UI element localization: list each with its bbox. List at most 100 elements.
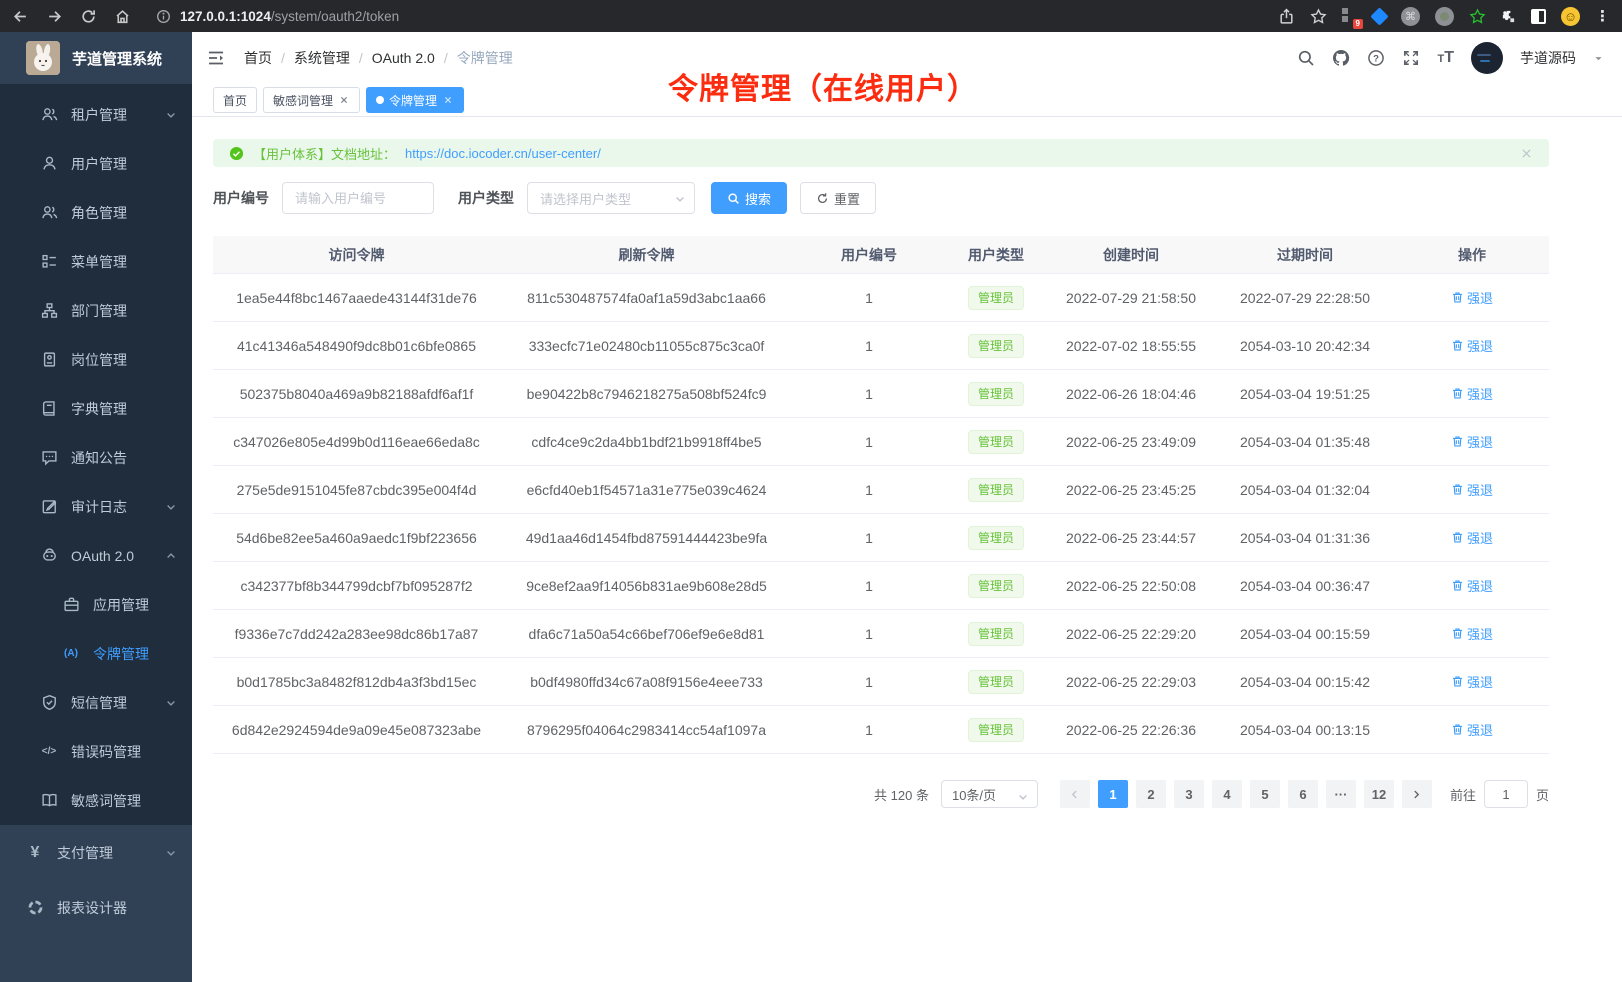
page-button-1[interactable]: 1 — [1098, 780, 1128, 808]
browser-back-icon[interactable] — [12, 8, 29, 25]
cell-expires: 2054-03-04 01:32:04 — [1215, 482, 1395, 498]
bookmark-star-icon[interactable] — [1310, 8, 1327, 25]
user-type-badge: 管理员 — [968, 430, 1024, 454]
sidebar-item-oauth-apps[interactable]: 应用管理 — [0, 580, 192, 629]
force-logout-button[interactable]: 强退 — [1451, 672, 1493, 691]
sidebar-item-dictionary[interactable]: 字典管理 — [0, 384, 192, 433]
sidebar-item-payment[interactable]: ¥ 支付管理 — [0, 825, 192, 880]
close-icon[interactable] — [442, 94, 454, 106]
force-logout-button[interactable]: 强退 — [1451, 288, 1493, 307]
force-logout-button[interactable]: 强退 — [1451, 624, 1493, 643]
breadcrumb-system[interactable]: 系统管理 — [294, 48, 350, 68]
force-logout-button[interactable]: 强退 — [1451, 336, 1493, 355]
chevron-down-icon — [1017, 791, 1029, 803]
page-button-5[interactable]: 5 — [1250, 780, 1280, 808]
cell-user-id: 1 — [793, 290, 945, 306]
fullscreen-icon[interactable] — [1402, 49, 1420, 67]
sidebar-item-oauth-tokens[interactable]: (A) 令牌管理 — [0, 629, 192, 678]
sidebar-item-sms[interactable]: 短信管理 — [0, 678, 192, 727]
tab-sensitive-words[interactable]: 敏感词管理 — [263, 87, 360, 113]
user-avatar[interactable] — [1471, 42, 1503, 74]
cell-action: 强退 — [1395, 528, 1549, 547]
page-button-2[interactable]: 2 — [1136, 780, 1166, 808]
force-logout-button[interactable]: 强退 — [1451, 576, 1493, 595]
doc-link[interactable]: https://doc.iocoder.cn/user-center/ — [405, 146, 601, 161]
page-button-4[interactable]: 4 — [1212, 780, 1242, 808]
puzzle-extension-icon[interactable] — [1501, 9, 1516, 24]
browser-reload-icon[interactable] — [80, 8, 97, 25]
green-star-extension-icon[interactable] — [1469, 8, 1486, 25]
cell-user-id: 1 — [793, 530, 945, 546]
main-area: 首页 / 系统管理 / OAuth 2.0 / 令牌管理 ? TT 芋道源码 首… — [192, 32, 1622, 982]
sidebar-menu: 租户管理 用户管理 角色管理 菜单管理 部门管理 岗位管理 — [0, 84, 192, 935]
breadcrumb-home[interactable]: 首页 — [244, 48, 272, 68]
share-icon[interactable] — [1278, 8, 1295, 25]
audit-log-icon — [40, 498, 58, 516]
force-logout-button[interactable]: 强退 — [1451, 480, 1493, 499]
username-dropdown[interactable]: 芋道源码 — [1520, 48, 1576, 68]
side-panel-icon[interactable] — [1531, 9, 1546, 24]
github-icon[interactable] — [1332, 49, 1350, 67]
profile-avatar-icon[interactable]: ☺ — [1561, 7, 1580, 26]
cell-user-type: 管理员 — [945, 334, 1047, 358]
page-ellipsis-button[interactable]: ··· — [1326, 780, 1356, 808]
sidebar-item-tenant[interactable]: 租户管理 — [0, 90, 192, 139]
trash-icon — [1451, 435, 1464, 448]
sidebar-item-posts[interactable]: 岗位管理 — [0, 335, 192, 384]
browser-menu-icon[interactable]: ⋮ — [1595, 7, 1610, 25]
sidebar-item-users[interactable]: 用户管理 — [0, 139, 192, 188]
search-form: 用户编号 用户类型 请选择用户类型 搜索 重置 — [213, 182, 1622, 214]
table-row: b0d1785bc3a8482f812db4a3f3bd15ec b0df498… — [213, 658, 1549, 706]
tab-token-management[interactable]: 令牌管理 — [366, 87, 464, 113]
cell-refresh-token: be90422b8c7946218275a508bf524fc9 — [500, 386, 793, 402]
cell-user-type: 管理员 — [945, 718, 1047, 742]
goto-page-input[interactable] — [1484, 780, 1528, 808]
sidebar-item-notice[interactable]: 通知公告 — [0, 433, 192, 482]
prev-page-button[interactable] — [1060, 780, 1090, 808]
sidebar: 芋道管理系统 租户管理 用户管理 角色管理 菜单管理 — [0, 32, 192, 982]
cell-user-type: 管理员 — [945, 286, 1047, 310]
site-info-icon[interactable] — [156, 9, 171, 24]
close-icon[interactable] — [1520, 147, 1533, 160]
search-button[interactable]: 搜索 — [711, 182, 787, 214]
page-size-select[interactable]: 10条/页 — [941, 780, 1038, 808]
help-icon[interactable]: ? — [1367, 49, 1385, 67]
search-icon[interactable] — [1297, 49, 1315, 67]
browser-home-icon[interactable] — [114, 8, 131, 25]
cell-refresh-token: dfa6c71a50a54c66bef706ef9e6e8d81 — [500, 626, 793, 642]
force-logout-button[interactable]: 强退 — [1451, 384, 1493, 403]
sidebar-item-sensitive-words[interactable]: 敏感词管理 — [0, 776, 192, 825]
collapse-sidebar-button[interactable] — [206, 48, 226, 68]
gem-extension-icon[interactable] — [1370, 7, 1388, 25]
breadcrumb: 首页 / 系统管理 / OAuth 2.0 / 令牌管理 — [244, 48, 513, 68]
cell-action: 强退 — [1395, 288, 1549, 307]
command-extension-icon[interactable]: ⌘ — [1401, 7, 1420, 26]
browser-forward-icon[interactable] — [46, 8, 63, 25]
address-bar[interactable]: 127.0.0.1:1024/system/oauth2/token — [156, 9, 399, 24]
tab-home[interactable]: 首页 — [213, 87, 257, 113]
page-button-6[interactable]: 6 — [1288, 780, 1318, 808]
user-id-input[interactable] — [282, 182, 434, 214]
sidebar-item-departments[interactable]: 部门管理 — [0, 286, 192, 335]
close-icon[interactable] — [338, 94, 350, 106]
reset-button[interactable]: 重置 — [800, 182, 876, 214]
sidebar-item-oauth2[interactable]: OAuth 2.0 — [0, 531, 192, 580]
force-logout-button[interactable]: 强退 — [1451, 720, 1493, 739]
extension-grid-icon[interactable]: 9 — [1342, 8, 1358, 24]
force-logout-button[interactable]: 强退 — [1451, 528, 1493, 547]
sidebar-item-audit-log[interactable]: 审计日志 — [0, 482, 192, 531]
record-extension-icon[interactable] — [1435, 7, 1454, 26]
user-type-select[interactable]: 请选择用户类型 — [527, 182, 695, 214]
font-size-icon[interactable]: TT — [1437, 49, 1454, 67]
sidebar-item-report-designer[interactable]: 报表设计器 — [0, 880, 192, 935]
cell-user-id: 1 — [793, 722, 945, 738]
breadcrumb-oauth2[interactable]: OAuth 2.0 — [372, 50, 435, 66]
page-button-12[interactable]: 12 — [1364, 780, 1394, 808]
page-button-3[interactable]: 3 — [1174, 780, 1204, 808]
sidebar-item-roles[interactable]: 角色管理 — [0, 188, 192, 237]
force-logout-button[interactable]: 强退 — [1451, 432, 1493, 451]
next-page-button[interactable] — [1402, 780, 1432, 808]
sidebar-item-error-codes[interactable]: </> 错误码管理 — [0, 727, 192, 776]
sidebar-item-menus[interactable]: 菜单管理 — [0, 237, 192, 286]
user-icon — [40, 155, 58, 173]
